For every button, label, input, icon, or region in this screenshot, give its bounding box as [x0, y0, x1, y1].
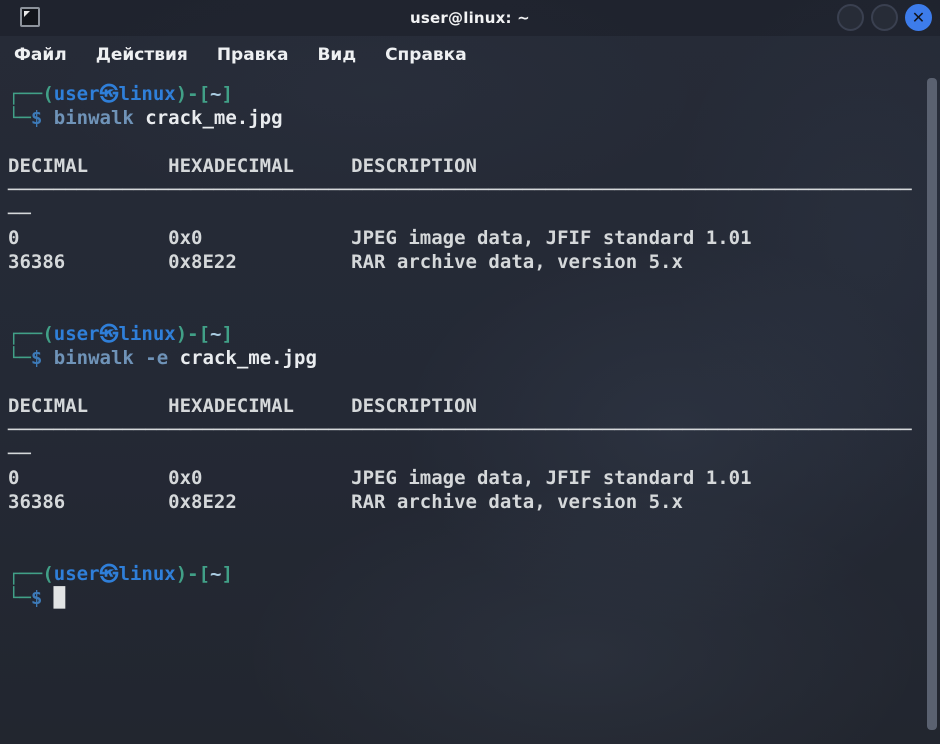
- terminal-text: ┌──(: [8, 323, 54, 345]
- terminal-text: ]: [222, 83, 233, 105]
- terminal-text: └─: [8, 107, 31, 129]
- terminal-text: DECIMAL HEXADECIMAL DESCRIPTION: [8, 155, 477, 177]
- terminal-text: $: [31, 347, 54, 369]
- terminal-text: 0 0x0 JPEG image data, JFIF standard 1.0…: [8, 227, 752, 249]
- terminal-text: 0 0x0 JPEG image data, JFIF standard 1.0…: [8, 467, 752, 489]
- table-header: DECIMAL HEXADECIMAL DESCRIPTION: [8, 154, 922, 178]
- terminal-text: ~: [210, 563, 221, 585]
- window-title: user@linux: ~: [0, 9, 940, 27]
- terminal-text: $: [31, 107, 54, 129]
- table-separator-wrap: ──: [8, 442, 922, 466]
- terminal-text: 36386 0x8E22 RAR archive data, version 5…: [8, 251, 683, 273]
- prompt-line-3: ┌──(user㉿linux)-[~]: [8, 562, 922, 586]
- terminal-text: )-[: [176, 563, 210, 585]
- terminal-output[interactable]: ┌──(user㉿linux)-[~]└─$ binwalk crack_me.…: [0, 74, 940, 610]
- menu-item-actions[interactable]: Действия: [96, 45, 188, 65]
- scrollbar-thumb[interactable]: [927, 78, 937, 730]
- titlebar[interactable]: user@linux: ~ ✕: [0, 0, 940, 36]
- terminal-app-icon: [20, 7, 40, 27]
- terminal-cursor: █: [54, 587, 65, 609]
- menubar: Файл Действия Правка Вид Справка: [0, 36, 940, 74]
- prompt-line-1: ┌──(user㉿linux)-[~]: [8, 82, 922, 106]
- table-row: 0 0x0 JPEG image data, JFIF standard 1.0…: [8, 226, 922, 250]
- menu-item-view[interactable]: Вид: [317, 45, 356, 65]
- table-row: 36386 0x8E22 RAR archive data, version 5…: [8, 490, 922, 514]
- blank: [8, 538, 922, 562]
- terminal-text: ────────────────────────────────────────…: [8, 179, 912, 201]
- blank: [8, 370, 922, 394]
- table-separator: ────────────────────────────────────────…: [8, 178, 922, 202]
- terminal-text: ~: [210, 323, 221, 345]
- table-row: 36386 0x8E22 RAR archive data, version 5…: [8, 250, 922, 274]
- terminal-text: ]: [222, 563, 233, 585]
- terminal-text: └─: [8, 347, 31, 369]
- terminal-text: └─: [8, 587, 31, 609]
- minimize-button[interactable]: [837, 4, 864, 31]
- terminal-text: )-[: [176, 83, 210, 105]
- terminal-text: user㉿linux: [54, 83, 176, 105]
- terminal-text: 36386 0x8E22 RAR archive data, version 5…: [8, 491, 683, 513]
- terminal-text: crack_me.jpg: [145, 107, 282, 129]
- close-icon: ✕: [912, 10, 925, 26]
- terminal-text: binwalk: [54, 107, 146, 129]
- terminal-text: ┌──(: [8, 563, 54, 585]
- table-separator-wrap: ──: [8, 202, 922, 226]
- table-separator: ────────────────────────────────────────…: [8, 418, 922, 442]
- terminal-text: user㉿linux: [54, 563, 176, 585]
- terminal-text: )-[: [176, 323, 210, 345]
- terminal-text: ┌──(: [8, 83, 54, 105]
- terminal-text: user㉿linux: [54, 323, 176, 345]
- terminal-text: crack_me.jpg: [180, 347, 317, 369]
- menu-item-edit[interactable]: Правка: [217, 45, 289, 65]
- command-line-1: └─$ binwalk crack_me.jpg: [8, 106, 922, 130]
- terminal-text: ────────────────────────────────────────…: [8, 419, 912, 441]
- terminal-text: ]: [222, 323, 233, 345]
- terminal-text: ──: [8, 203, 31, 225]
- terminal-text: ~: [210, 83, 221, 105]
- cursor-line: └─$ █: [8, 586, 922, 610]
- menu-item-file[interactable]: Файл: [14, 45, 67, 65]
- maximize-button[interactable]: [871, 4, 898, 31]
- menu-item-help[interactable]: Справка: [385, 45, 467, 65]
- terminal-text: ──: [8, 443, 31, 465]
- window-controls: ✕: [837, 4, 932, 31]
- terminal-text: binwalk -e: [54, 347, 180, 369]
- command-line-2: └─$ binwalk -e crack_me.jpg: [8, 346, 922, 370]
- close-button[interactable]: ✕: [905, 4, 932, 31]
- blank: [8, 514, 922, 538]
- blank: [8, 274, 922, 298]
- table-row: 0 0x0 JPEG image data, JFIF standard 1.0…: [8, 466, 922, 490]
- terminal-text: $: [31, 587, 54, 609]
- terminal-text: DECIMAL HEXADECIMAL DESCRIPTION: [8, 395, 477, 417]
- table-header: DECIMAL HEXADECIMAL DESCRIPTION: [8, 394, 922, 418]
- prompt-line-2: ┌──(user㉿linux)-[~]: [8, 322, 922, 346]
- terminal-window: user@linux: ~ ✕ Файл Действия Правка Вид…: [0, 0, 940, 744]
- scrollbar-track: [927, 76, 937, 738]
- blank: [8, 130, 922, 154]
- blank: [8, 298, 922, 322]
